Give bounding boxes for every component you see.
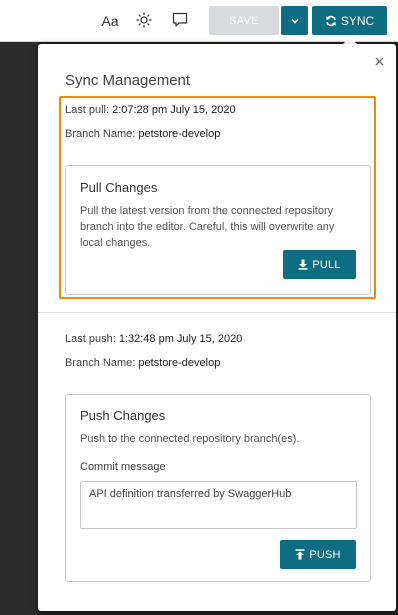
last-push-label: Last push: — [65, 333, 116, 345]
push-branch-label: Branch Name: — [65, 357, 136, 369]
close-icon — [375, 57, 383, 65]
pull-branch-label: Branch Name: — [65, 128, 136, 140]
comment-icon — [172, 12, 188, 27]
pull-branch-value: petstore-develop — [138, 128, 221, 140]
download-icon — [298, 259, 308, 270]
last-push-info: Last push: 1:32:48 pm July 15, 2020 — [65, 333, 242, 345]
close-button[interactable] — [372, 54, 386, 68]
last-pull-info: Last pull: 2:07:28 pm July 15, 2020 — [65, 104, 236, 116]
editor-gutter — [0, 42, 38, 615]
pull-button[interactable]: PULL — [283, 250, 356, 279]
sync-management-panel: Sync Management Last pull: 2:07:28 pm Ju… — [38, 44, 396, 611]
chevron-down-icon — [290, 18, 299, 24]
pull-card-description: Pull the latest version from the connect… — [80, 205, 335, 249]
sync-label: SYNC — [340, 13, 375, 28]
push-card-title: Push Changes — [80, 408, 166, 423]
last-pull-label: Last pull: — [65, 104, 110, 116]
comments-button[interactable] — [169, 9, 191, 31]
save-label: SAVE — [229, 14, 259, 27]
last-push-value: 1:32:48 pm July 15, 2020 — [118, 333, 243, 345]
push-changes-card: Push Changes Push to the connected repos… — [65, 394, 371, 582]
commit-message-input[interactable]: API definition transferred by SwaggerHub — [80, 481, 357, 529]
upload-icon — [295, 549, 305, 560]
panel-title: Sync Management — [65, 72, 191, 89]
section-divider — [38, 312, 396, 313]
push-button-label: PUSH — [309, 548, 341, 561]
sync-button[interactable]: SYNC — [312, 6, 387, 35]
pull-changes-card: Pull Changes Pull the latest version fro… — [65, 165, 371, 295]
font-size-button[interactable]: Aa — [98, 10, 122, 32]
commit-message-label: Commit message — [80, 461, 166, 473]
push-card-description: Push to the connected repository branch(… — [80, 433, 300, 445]
font-size-icon: Aa — [101, 13, 119, 29]
pull-branch-info: Branch Name: petstore-develop — [65, 128, 220, 140]
last-pull-value: 2:07:28 pm July 15, 2020 — [112, 104, 236, 116]
sync-icon — [326, 15, 336, 26]
save-options-button[interactable] — [281, 6, 308, 35]
pull-card-title: Pull Changes — [80, 180, 158, 195]
push-branch-value: petstore-develop — [138, 357, 221, 369]
push-branch-info: Branch Name: petstore-develop — [65, 357, 220, 369]
theme-icon — [136, 12, 152, 28]
save-button[interactable]: SAVE — [209, 6, 279, 35]
push-button[interactable]: PUSH — [280, 540, 356, 569]
top-toolbar: Aa SAVE SYNC — [0, 0, 398, 42]
theme-toggle-button[interactable] — [133, 9, 155, 31]
pull-button-label: PULL — [312, 258, 341, 271]
